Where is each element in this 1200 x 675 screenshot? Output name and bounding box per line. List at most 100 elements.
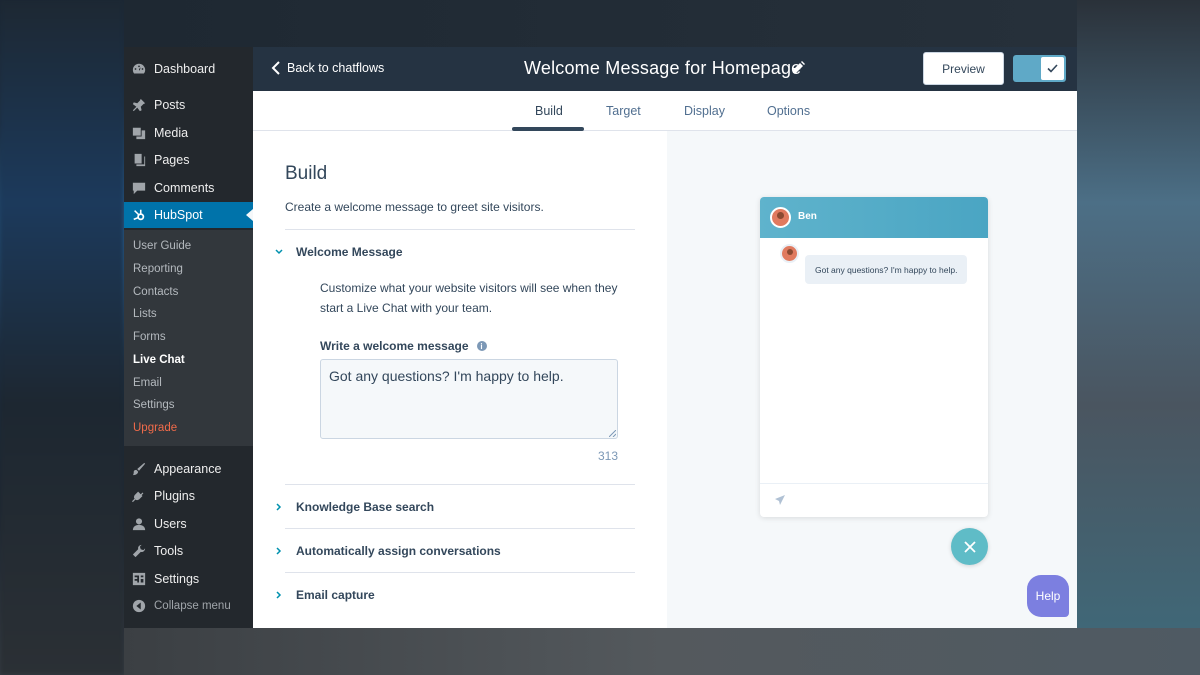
sidebar-item-label: Appearance	[154, 462, 222, 476]
sidebar-item-pages[interactable]: Pages	[124, 147, 253, 173]
accordion-title: Knowledge Base search	[296, 500, 435, 514]
check-icon	[1041, 57, 1064, 80]
sidebar-item-settings[interactable]: Settings	[124, 566, 253, 592]
sidebar-item-appearance[interactable]: Appearance	[124, 456, 253, 482]
submenu-lists[interactable]: Lists	[133, 308, 157, 320]
chat-message-bubble: Got any questions? I'm happy to help.	[805, 255, 967, 284]
tab-options[interactable]: Options	[767, 104, 810, 118]
sidebar-item-label: Dashboard	[154, 62, 216, 76]
resize-handle-icon[interactable]	[609, 430, 616, 437]
build-heading: Build	[285, 163, 328, 184]
page-title[interactable]: Welcome Message for Homepage	[524, 58, 801, 79]
chat-preview-area: Ben Got any questions? I'm happy to help…	[667, 131, 1077, 628]
back-to-chatflows-link[interactable]: Back to chatflows	[271, 61, 384, 75]
collapse-label: Collapse menu	[154, 600, 231, 612]
background-top	[124, 0, 1077, 47]
chatflow-header: Back to chatflows Welcome Message for Ho…	[253, 47, 1077, 91]
chevron-right-icon	[276, 591, 282, 599]
background-left	[0, 0, 124, 675]
sidebar-item-label: Media	[154, 126, 189, 140]
chevron-left-icon	[271, 61, 280, 75]
tab-build[interactable]: Build	[535, 104, 563, 118]
close-icon	[963, 540, 976, 553]
chat-close-launcher[interactable]	[951, 528, 988, 565]
accordion-title: Welcome Message	[296, 245, 403, 259]
back-label: Back to chatflows	[287, 61, 385, 75]
sidebar-item-media[interactable]: Media	[124, 120, 253, 146]
tab-display[interactable]: Display	[684, 104, 725, 118]
edit-pencil-icon[interactable]	[791, 61, 805, 75]
sidebar-item-label: Users	[154, 517, 187, 531]
sidebar-item-label: Posts	[154, 98, 186, 112]
agent-name: Ben	[798, 211, 817, 222]
message-avatar	[780, 244, 799, 263]
submenu-settings[interactable]: Settings	[133, 399, 175, 411]
dashboard-icon	[132, 62, 146, 76]
submenu-contacts[interactable]: Contacts	[133, 286, 178, 298]
accordion-title: Automatically assign conversations	[296, 544, 501, 558]
accordion-title: Email capture	[296, 588, 375, 602]
chevron-right-icon	[276, 503, 282, 511]
collapse-icon	[132, 599, 146, 613]
collapse-menu-button[interactable]: Collapse menu	[124, 593, 253, 619]
divider	[285, 528, 635, 529]
build-panel: Build Create a welcome message to greet …	[253, 131, 667, 628]
background-right	[1077, 0, 1200, 675]
sidebar-item-hubspot[interactable]: HubSpot	[124, 202, 253, 228]
sidebar-item-users[interactable]: Users	[124, 511, 253, 537]
sidebar-item-label: HubSpot	[154, 208, 203, 222]
submenu-forms[interactable]: Forms	[133, 331, 166, 343]
sidebar-item-label: Settings	[154, 572, 200, 586]
field-label-text: Write a welcome message	[320, 339, 469, 353]
sidebar-item-plugins[interactable]: Plugins	[124, 483, 253, 509]
chevron-down-icon	[275, 249, 283, 255]
welcome-description: Customize what your website visitors wil…	[320, 281, 618, 315]
tab-bar: Build Target Display Options	[253, 91, 1077, 131]
accordion-assign-conversations[interactable]: Automatically assign conversations	[276, 544, 501, 558]
submenu-live-chat[interactable]: Live Chat	[133, 354, 185, 366]
submenu-reporting[interactable]: Reporting	[133, 263, 183, 275]
accordion-email-capture[interactable]: Email capture	[276, 588, 375, 602]
background-bottom	[124, 628, 1200, 675]
accordion-welcome-message[interactable]: Welcome Message	[275, 245, 403, 259]
submenu-upgrade[interactable]: Upgrade	[133, 422, 177, 434]
preview-button[interactable]: Preview	[923, 52, 1004, 85]
settings-icon	[132, 572, 146, 586]
info-icon[interactable]: i	[476, 341, 487, 351]
agent-avatar	[770, 207, 791, 228]
chat-input-bar	[760, 483, 988, 517]
hubspot-submenu: User Guide Reporting Contacts Lists Form…	[124, 230, 253, 446]
sidebar-item-label: Comments	[154, 181, 215, 195]
build-subheading: Create a welcome message to greet site v…	[285, 200, 544, 214]
chat-widget-preview: Ben Got any questions? I'm happy to help…	[760, 197, 988, 517]
submenu-user-guide[interactable]: User Guide	[133, 240, 191, 252]
wrench-icon	[132, 544, 146, 558]
chat-header: Ben	[760, 197, 988, 238]
media-icon	[132, 126, 146, 140]
sidebar-item-tools[interactable]: Tools	[124, 538, 253, 564]
pages-icon	[132, 153, 146, 167]
brush-icon	[132, 462, 146, 476]
comments-icon	[132, 181, 146, 195]
tab-target[interactable]: Target	[606, 104, 641, 118]
sidebar-item-label: Tools	[154, 544, 184, 558]
sidebar-item-label: Pages	[154, 153, 190, 167]
hubspot-icon	[132, 208, 146, 222]
accordion-knowledge-base[interactable]: Knowledge Base search	[276, 500, 435, 514]
sidebar-item-posts[interactable]: Posts	[124, 92, 253, 118]
chevron-right-icon	[276, 547, 282, 555]
help-button[interactable]: Help	[1027, 575, 1069, 617]
save-button[interactable]	[1013, 55, 1066, 82]
sidebar-item-comments[interactable]: Comments	[124, 175, 253, 201]
welcome-message-textarea[interactable]: Got any questions? I'm happy to help.	[320, 359, 618, 439]
welcome-field-label: Write a welcome message i	[320, 339, 487, 353]
send-icon[interactable]	[774, 494, 786, 506]
divider	[285, 484, 635, 485]
app-window: Dashboard Posts Media Pages Comments Hub…	[124, 47, 1077, 628]
submenu-email[interactable]: Email	[133, 377, 162, 389]
sidebar-item-dashboard[interactable]: Dashboard	[124, 56, 253, 82]
pin-icon	[132, 98, 146, 112]
wp-admin-sidebar: Dashboard Posts Media Pages Comments Hub…	[124, 47, 253, 628]
divider	[285, 229, 635, 230]
sidebar-item-label: Plugins	[154, 489, 195, 503]
